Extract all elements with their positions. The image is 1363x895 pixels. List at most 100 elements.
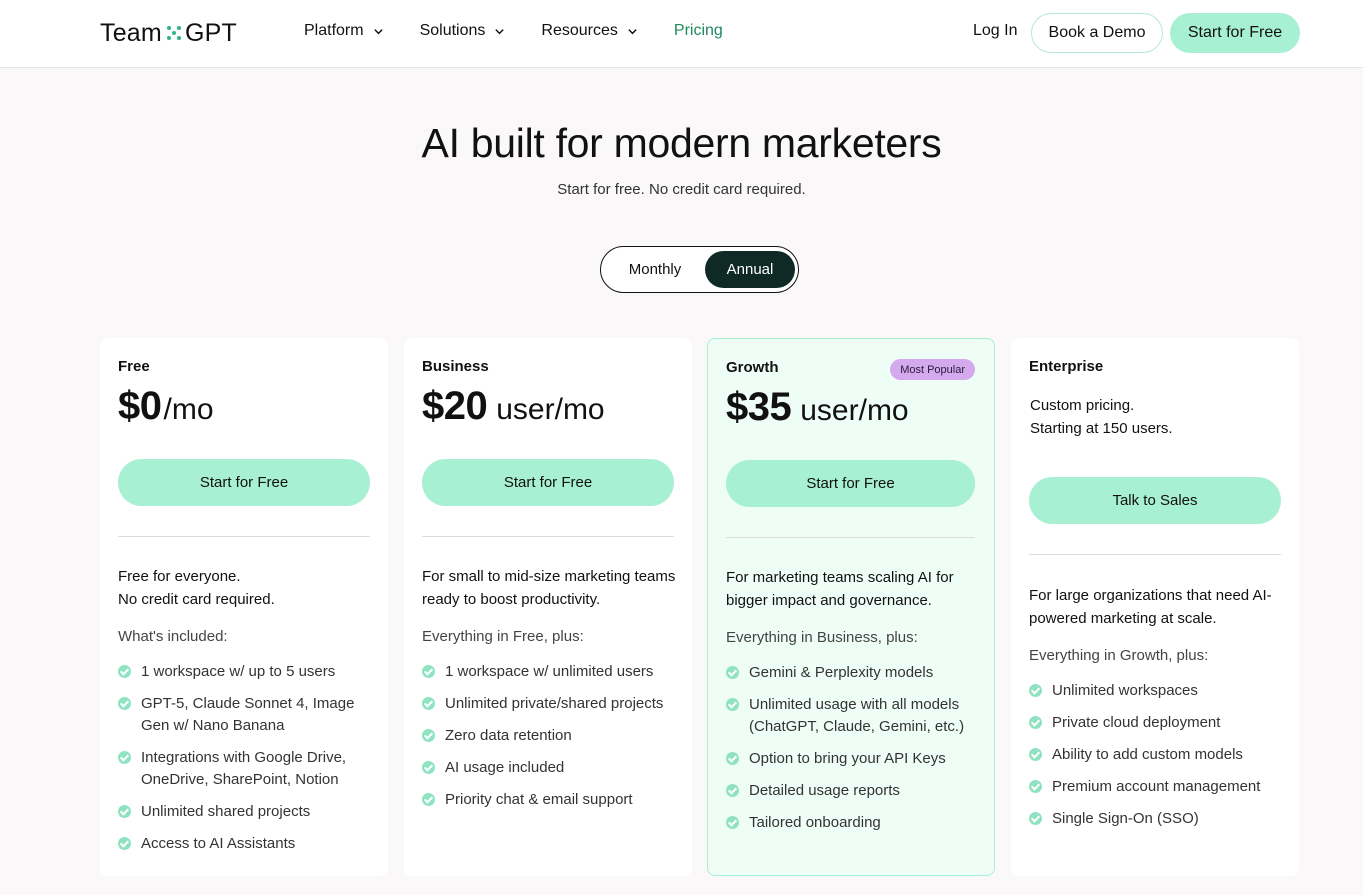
price-amount: $20 — [422, 384, 488, 428]
divider — [726, 537, 975, 538]
feature-text: Unlimited usage with all models (ChatGPT… — [749, 696, 965, 735]
feature-text: Tailored onboarding — [749, 814, 881, 831]
start-free-button[interactable]: Start for Free — [726, 460, 975, 507]
feature-item: Access to AI Assistants — [118, 833, 380, 855]
nav-platform-label: Platform — [304, 22, 364, 39]
feature-item: Private cloud deployment — [1029, 712, 1291, 734]
feature-item: GPT-5, Claude Sonnet 4, Image Gen w/ Nan… — [118, 693, 380, 737]
nav-pricing[interactable]: Pricing — [674, 22, 723, 40]
feature-item: Unlimited usage with all models (ChatGPT… — [726, 694, 988, 738]
price-unit: user/mo — [800, 394, 909, 427]
chevron-down-icon — [495, 28, 505, 34]
check-icon — [726, 698, 739, 711]
check-icon — [422, 665, 435, 678]
nav-resources-label: Resources — [541, 22, 618, 39]
logo-text-team: Team — [100, 18, 162, 47]
feature-item: Unlimited shared projects — [118, 801, 380, 823]
chevron-down-icon — [628, 28, 637, 34]
divider — [118, 536, 370, 537]
check-icon — [1029, 716, 1042, 729]
feature-text: Detailed usage reports — [749, 782, 900, 799]
plan-price: $35 user/mo — [726, 385, 909, 430]
plan-name: Growth — [726, 359, 779, 376]
feature-text: AI usage included — [445, 759, 565, 776]
feature-text: Access to AI Assistants — [141, 835, 296, 852]
nav-platform[interactable]: Platform — [304, 22, 384, 40]
plan-name: Free — [118, 358, 150, 375]
feature-text: Zero data retention — [445, 727, 572, 744]
feature-text: Unlimited workspaces — [1052, 682, 1198, 699]
nav-pricing-label: Pricing — [673, 22, 723, 39]
check-icon — [726, 816, 739, 829]
included-label: What's included: — [118, 628, 228, 645]
feature-item: 1 workspace w/ unlimited users — [422, 661, 684, 683]
custom-pricing-line: Starting at 150 users. — [1030, 420, 1173, 437]
nav-solutions[interactable]: Solutions — [420, 22, 506, 40]
feature-text: Premium account management — [1052, 778, 1261, 795]
login-link[interactable]: Log In — [973, 22, 1017, 40]
logo-text-gpt: GPT — [184, 18, 237, 47]
logo[interactable]: Team GPT — [100, 18, 237, 48]
plan-description: For small to mid-size marketing teams re… — [422, 568, 676, 608]
custom-pricing-line: Custom pricing. — [1030, 397, 1135, 414]
feature-text: Integrations with Google Drive, OneDrive… — [141, 749, 347, 788]
feature-item: AI usage included — [422, 757, 684, 779]
plan-description: For marketing teams scaling AI for bigge… — [726, 569, 954, 609]
site-header: Team GPT Platform Solutions Resources Pr… — [0, 0, 1363, 68]
start-free-button[interactable]: Start for Free — [118, 459, 370, 506]
plan-description: Free for everyone. No credit card requir… — [118, 565, 374, 611]
feature-item: Tailored onboarding — [726, 812, 988, 834]
check-icon — [726, 666, 739, 679]
price-unit: /mo — [163, 393, 214, 426]
check-icon — [1029, 780, 1042, 793]
billing-toggle: Monthly Annual — [600, 246, 799, 293]
toggle-annual[interactable]: Annual — [705, 251, 795, 288]
feature-item: Gemini & Perplexity models — [726, 662, 988, 684]
feature-item: Option to bring your API Keys — [726, 748, 988, 770]
book-demo-button[interactable]: Book a Demo — [1031, 13, 1163, 53]
check-icon — [1029, 684, 1042, 697]
feature-list: Unlimited workspaces Private cloud deplo… — [1029, 680, 1291, 840]
feature-text: Ability to add custom models — [1052, 746, 1243, 763]
feature-item: 1 workspace w/ up to 5 users — [118, 661, 380, 683]
check-icon — [422, 793, 435, 806]
included-label: Everything in Business, plus: — [726, 629, 918, 646]
price-amount: $0 — [118, 384, 162, 428]
feature-list: 1 workspace w/ unlimited users Unlimited… — [422, 661, 684, 821]
check-icon — [118, 665, 131, 678]
check-icon — [118, 751, 131, 764]
feature-item: Detailed usage reports — [726, 780, 988, 802]
feature-item: Premium account management — [1029, 776, 1291, 798]
feature-text: Unlimited shared projects — [141, 803, 311, 820]
toggle-monthly[interactable]: Monthly — [605, 251, 705, 288]
included-label: Everything in Growth, plus: — [1029, 647, 1209, 664]
plan-name: Enterprise — [1029, 358, 1104, 375]
feature-text: Priority chat & email support — [445, 791, 633, 808]
feature-item: Integrations with Google Drive, OneDrive… — [118, 747, 380, 791]
feature-item: Unlimited workspaces — [1029, 680, 1291, 702]
main-nav: Platform Solutions Resources Pricing — [304, 22, 759, 40]
check-icon — [422, 729, 435, 742]
feature-text: Private cloud deployment — [1052, 714, 1221, 731]
nav-solutions-label: Solutions — [419, 22, 486, 39]
talk-to-sales-button[interactable]: Talk to Sales — [1029, 477, 1281, 524]
logo-dots-icon — [166, 26, 181, 40]
start-free-header-button[interactable]: Start for Free — [1170, 13, 1300, 53]
feature-item: Priority chat & email support — [422, 789, 684, 811]
plan-card-growth: Growth Most Popular $35 user/mo Start fo… — [707, 338, 995, 876]
check-icon — [118, 805, 131, 818]
plan-price: $0 /mo — [118, 384, 214, 429]
plan-description: For large organizations that need AI-pow… — [1029, 587, 1272, 627]
feature-text: Single Sign-On (SSO) — [1052, 810, 1199, 827]
feature-text: Unlimited private/shared projects — [445, 695, 664, 712]
start-free-button[interactable]: Start for Free — [422, 459, 674, 506]
most-popular-badge: Most Popular — [890, 359, 975, 380]
nav-resources[interactable]: Resources — [541, 22, 637, 40]
feature-text: 1 workspace w/ up to 5 users — [141, 663, 336, 680]
feature-text: Option to bring your API Keys — [749, 750, 946, 767]
feature-item: Unlimited private/shared projects — [422, 693, 684, 715]
feature-item: Ability to add custom models — [1029, 744, 1291, 766]
included-label: Everything in Free, plus: — [422, 628, 584, 645]
feature-text: Gemini & Perplexity models — [749, 664, 934, 681]
plan-name: Business — [422, 358, 489, 375]
